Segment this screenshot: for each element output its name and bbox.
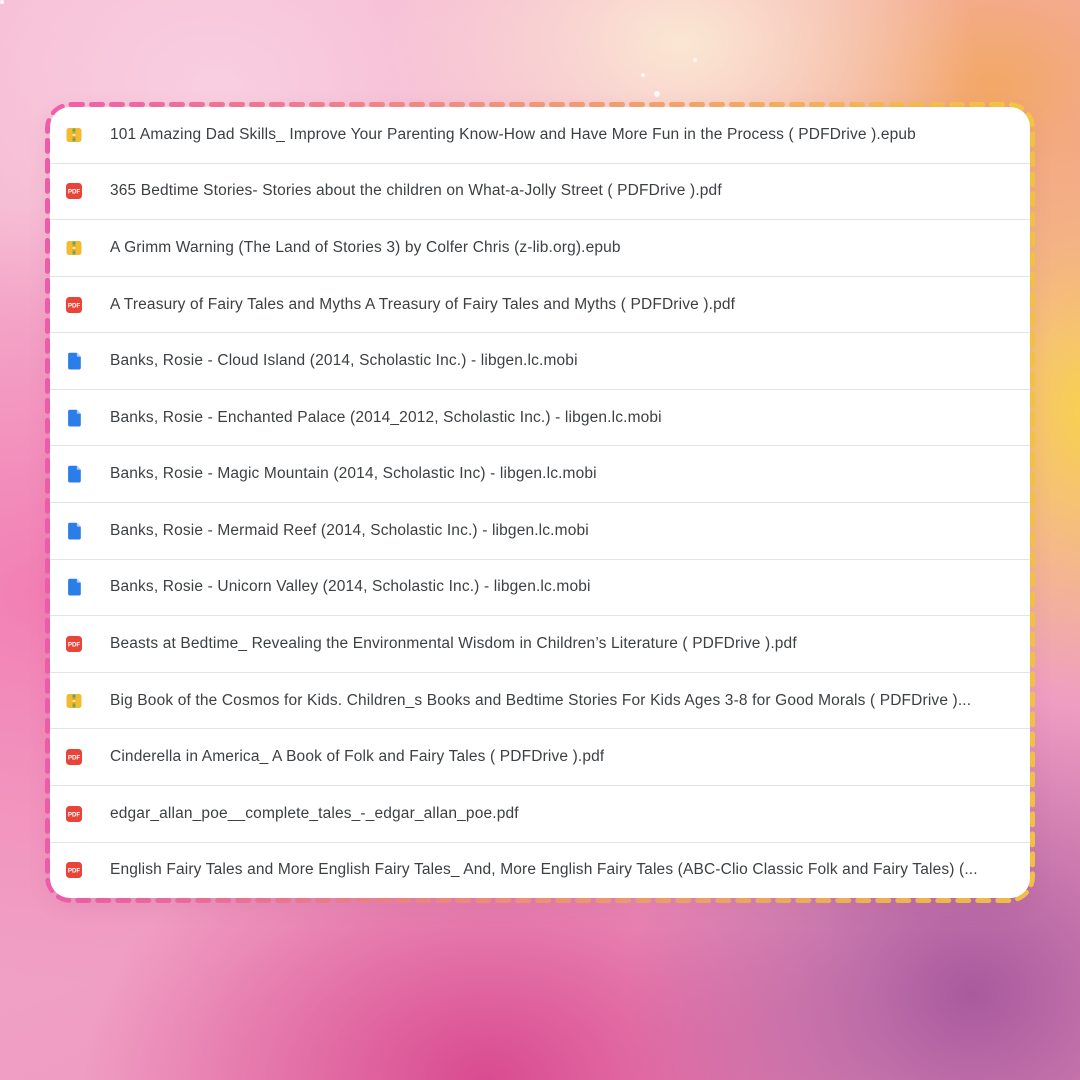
file-row[interactable]: PDF 365 Bedtime Stories- Stories about t… [50,164,1030,221]
file-row[interactable]: Big Book of the Cosmos for Kids. Childre… [50,673,1030,730]
background-sparkles [0,0,4,4]
file-icon [64,521,84,541]
file-name: Beasts at Bedtime_ Revealing the Environ… [110,635,797,653]
pdf-icon: PDF [64,295,84,315]
file-row[interactable]: PDF Beasts at Bedtime_ Revealing the Env… [50,616,1030,673]
pdf-icon: PDF [64,804,84,824]
svg-text:PDF: PDF [68,189,81,196]
file-row[interactable]: PDF edgar_allan_poe__complete_tales_-_ed… [50,786,1030,843]
file-name: 365 Bedtime Stories- Stories about the c… [110,182,722,200]
file-row[interactable]: PDF Cinderella in America_ A Book of Fol… [50,729,1030,786]
file-name: 101 Amazing Dad Skills_ Improve Your Par… [110,126,916,144]
file-icon [64,577,84,597]
file-name: A Grimm Warning (The Land of Stories 3) … [110,239,621,257]
file-name: Banks, Rosie - Enchanted Palace (2014_20… [110,409,662,427]
pdf-icon: PDF [64,860,84,880]
svg-text:PDF: PDF [68,868,81,875]
file-list: 101 Amazing Dad Skills_ Improve Your Par… [50,107,1030,898]
file-icon [64,408,84,428]
file-row[interactable]: 101 Amazing Dad Skills_ Improve Your Par… [50,107,1030,164]
file-row[interactable]: Banks, Rosie - Mermaid Reef (2014, Schol… [50,503,1030,560]
file-name: A Treasury of Fairy Tales and Myths A Tr… [110,296,735,314]
file-name: English Fairy Tales and More English Fai… [110,861,978,879]
file-list-panel: 101 Amazing Dad Skills_ Improve Your Par… [45,102,1035,903]
file-row[interactable]: Banks, Rosie - Magic Mountain (2014, Sch… [50,446,1030,503]
file-row[interactable]: A Grimm Warning (The Land of Stories 3) … [50,220,1030,277]
file-name: Cinderella in America_ A Book of Folk an… [110,748,604,766]
file-name: Big Book of the Cosmos for Kids. Childre… [110,692,971,710]
svg-text:PDF: PDF [68,302,81,309]
file-icon [64,464,84,484]
svg-text:PDF: PDF [68,811,81,818]
pdf-icon: PDF [64,634,84,654]
file-row[interactable]: Banks, Rosie - Unicorn Valley (2014, Sch… [50,560,1030,617]
pdf-icon: PDF [64,181,84,201]
file-row[interactable]: PDF English Fairy Tales and More English… [50,843,1030,898]
file-row[interactable]: Banks, Rosie - Cloud Island (2014, Schol… [50,333,1030,390]
file-name: edgar_allan_poe__complete_tales_-_edgar_… [110,805,519,823]
file-name: Banks, Rosie - Cloud Island (2014, Schol… [110,352,578,370]
file-name: Banks, Rosie - Magic Mountain (2014, Sch… [110,465,597,483]
archive-icon [64,125,84,145]
file-name: Banks, Rosie - Mermaid Reef (2014, Schol… [110,522,589,540]
pdf-icon: PDF [64,747,84,767]
svg-text:PDF: PDF [68,642,81,649]
archive-icon [64,238,84,258]
file-row[interactable]: PDF A Treasury of Fairy Tales and Myths … [50,277,1030,334]
svg-text:PDF: PDF [68,755,81,762]
archive-icon [64,691,84,711]
file-row[interactable]: Banks, Rosie - Enchanted Palace (2014_20… [50,390,1030,447]
file-name: Banks, Rosie - Unicorn Valley (2014, Sch… [110,578,591,596]
file-icon [64,351,84,371]
